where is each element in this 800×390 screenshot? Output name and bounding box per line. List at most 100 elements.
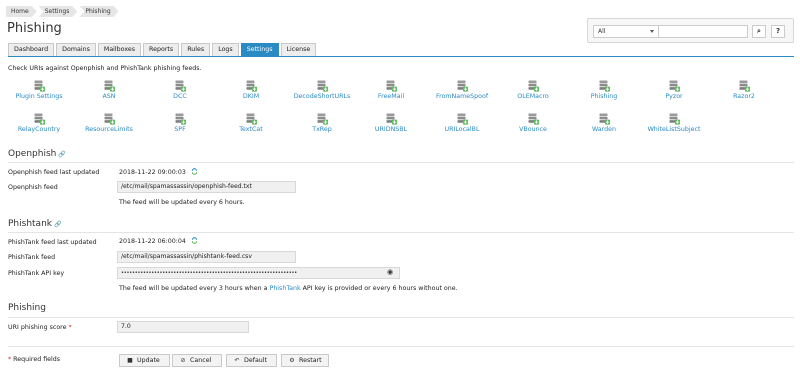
breadcrumb-home[interactable]: Home [6,6,37,17]
plugin-item[interactable]: Warden [569,113,639,133]
database-plugin-icon [739,80,750,92]
plugin-label: DCC [173,93,187,100]
help-button[interactable]: ? [771,25,785,38]
plugin-label: FreeMail [377,93,405,100]
tab-reports[interactable]: Reports [143,43,180,56]
chevron-down-icon [650,30,654,33]
plugin-item[interactable]: ResourceLimits [74,113,144,133]
tab-license[interactable]: License [280,43,317,56]
tab-domains[interactable]: Domains [56,43,96,56]
plugin-item[interactable]: URILocalBL [427,113,497,133]
phishtank-title: Phishtank [8,219,52,229]
main-tabs: Dashboard Domains Mailboxes Reports Rule… [8,43,794,57]
plugin-label: URILocalBL [444,126,480,133]
page-title: Phishing [7,21,62,36]
plugin-label: TxRep [312,126,332,133]
tab-logs[interactable]: Logs [212,43,239,56]
phishing-score-field[interactable]: 7.0 [117,321,249,333]
openphish-last-updated-text: 2018-11-22 09:00:03 [119,169,186,176]
plugin-item[interactable]: DCC [145,80,215,100]
openphish-feed-field[interactable]: /etc/mail/spamassassin/openphish-feed.tx… [117,181,296,193]
plugin-item[interactable]: FreeMail [356,80,426,100]
phishtank-note: The feed will be updated every 3 hours w… [119,285,458,292]
plugin-item[interactable]: OLEMacro [498,80,568,100]
plugin-item[interactable]: Plugin Settings [4,80,74,100]
default-button-label: Default [244,357,268,364]
plugin-item[interactable]: Razor2 [709,80,779,100]
required-fields-text: Required fields [13,356,61,363]
breadcrumb-settings[interactable]: Settings [39,6,78,17]
search-scope-select[interactable]: All [593,25,659,38]
plugin-item[interactable]: ASN [74,80,144,100]
database-plugin-icon [175,113,186,125]
save-icon: ■ [127,357,133,364]
update-button-label: Update [137,357,160,364]
plugin-item[interactable]: DKIM [216,80,286,100]
restart-button[interactable]: ⚙ Restart [281,354,329,367]
plugin-item[interactable]: TextCat [216,113,286,133]
link-icon[interactable]: 🔗 [54,221,61,228]
phishtank-section-title: Phishtank 🔗 [8,219,61,229]
phishtank-api-key-field[interactable]: ••••••••••••••••••••••••••••••••••••••••… [117,267,400,279]
plugin-item[interactable]: DecodeShortURLs [287,80,357,100]
plugin-item[interactable]: FromNameSpoof [427,80,497,100]
undo-icon: ↶ [234,357,240,364]
database-plugin-icon [246,113,257,125]
plugin-item[interactable]: TxRep [287,113,357,133]
openphish-last-updated-value: 2018-11-22 09:00:03 [119,168,198,176]
section-divider [8,162,794,163]
restart-icon: ⚙ [289,357,295,364]
breadcrumb-phishing[interactable]: Phishing [79,6,118,17]
plugin-label: WhiteListSubject [647,126,701,133]
phishing-score-label: URI phishing score * [8,324,72,331]
openphish-title: Openphish [8,149,57,159]
cancel-icon: ⊘ [180,357,186,364]
plugin-item[interactable]: Pyzor [639,80,709,100]
tab-rules[interactable]: Rules [181,43,211,56]
help-icon: ? [775,27,781,35]
openphish-feed-label: Openphish feed [8,184,58,191]
database-plugin-icon [457,80,468,92]
update-button[interactable]: ■ Update [119,354,170,367]
database-plugin-icon [599,113,610,125]
eye-icon[interactable]: ◉ [387,268,393,276]
plugin-label: OLEMacro [517,93,549,100]
required-fields-note: * Required fields [8,356,60,363]
plugin-item[interactable]: SPF [145,113,215,133]
tab-dashboard[interactable]: Dashboard [8,43,55,56]
plugin-item[interactable]: RelayCountry [4,113,74,133]
search-input[interactable] [658,25,748,38]
cancel-button[interactable]: ⊘ Cancel [172,354,222,367]
plugin-item[interactable]: URIDNSBL [356,113,426,133]
database-plugin-icon [669,80,680,92]
phishtank-link[interactable]: PhishTank [270,285,301,292]
phishing-section-title: Phishing [8,303,46,313]
tab-mailboxes[interactable]: Mailboxes [97,43,142,56]
phishtank-feed-field[interactable]: /etc/mail/spamassassin/phishtank-feed.cs… [117,251,296,263]
section-divider [8,232,794,233]
section-divider [8,317,794,318]
default-button[interactable]: ↶ Default [226,354,277,367]
intro-text: Check URIs against Openphish and PhishTa… [8,65,202,72]
plugin-item[interactable]: WhiteListSubject [639,113,709,133]
plugin-label: FromNameSpoof [435,93,489,100]
database-plugin-icon [246,80,257,92]
breadcrumb: Home Settings Phishing [6,6,121,17]
plugin-label: Plugin Settings [15,93,63,100]
cancel-button-label: Cancel [190,357,212,364]
database-plugin-icon [599,80,610,92]
refresh-icon[interactable] [191,168,198,175]
database-plugin-icon [528,80,539,92]
phishtank-last-updated-label: PhishTank feed last updated [8,239,97,246]
plugin-item[interactable]: VBounce [498,113,568,133]
link-icon[interactable]: 🔗 [58,151,65,158]
refresh-icon[interactable] [191,237,198,244]
database-plugin-icon [175,80,186,92]
plugin-label: Phishing [590,93,618,100]
plugin-label: ASN [102,93,116,100]
footer-divider [8,346,794,347]
plugin-item[interactable]: Phishing [569,80,639,100]
tab-settings[interactable]: Settings [240,43,279,56]
search-button[interactable]: ⌕ [752,25,766,38]
plugin-label: DKIM [242,93,260,100]
